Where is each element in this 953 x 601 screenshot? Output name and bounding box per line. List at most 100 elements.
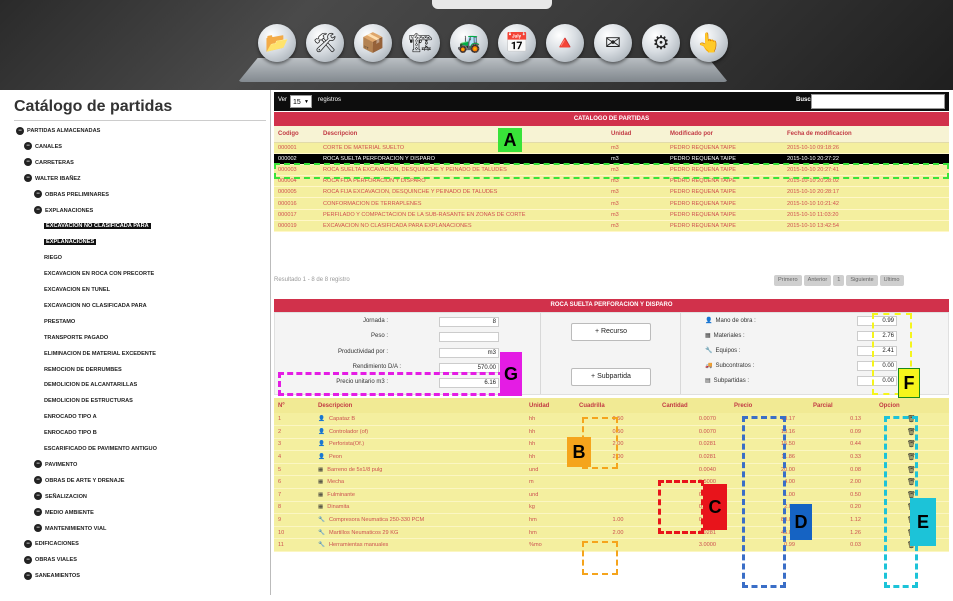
column-header[interactable]: Nº bbox=[274, 398, 314, 413]
table-row[interactable]: 9 🔧 Compresora Neumatica 250-330 PCM hm 1.00… bbox=[274, 513, 949, 527]
table-row[interactable]: 000019 EXCAVACION NO CLASIFICADA PARA EXP… bbox=[274, 220, 949, 233]
column-header[interactable]: Unidad bbox=[607, 126, 666, 143]
table-row[interactable]: 7▦Fulminanteund0.50001.000.50🗑 bbox=[274, 488, 949, 502]
tree-node[interactable]: − PAVIMENTO bbox=[34, 460, 77, 471]
add-recurso-button[interactable]: + Recurso bbox=[571, 323, 651, 341]
expand-icon[interactable]: − bbox=[24, 158, 32, 167]
mail-icon[interactable]: ✉ bbox=[594, 24, 632, 62]
expand-icon[interactable]: − bbox=[34, 508, 42, 517]
expand-icon[interactable]: − bbox=[24, 539, 32, 548]
tree-node[interactable]: − MEDIO AMBIENTE bbox=[34, 508, 94, 519]
tree-node[interactable]: − SEÑALIZACION bbox=[34, 492, 87, 503]
tree-node[interactable]: − EDIFICACIONES bbox=[24, 539, 79, 550]
tree-node[interactable]: − EXPLANACIONES bbox=[34, 206, 93, 217]
expand-icon[interactable]: − bbox=[24, 142, 32, 151]
column-header[interactable]: Modificado por bbox=[666, 126, 783, 143]
table-cell: 👤 Perforista(Of.) bbox=[314, 438, 525, 452]
tools-icon[interactable]: 🛠 bbox=[306, 24, 344, 62]
expand-icon[interactable]: − bbox=[34, 476, 42, 485]
table-cell: 9 bbox=[274, 513, 314, 527]
dock-handle[interactable] bbox=[432, 0, 552, 9]
expand-icon[interactable]: − bbox=[24, 174, 32, 183]
column-header[interactable]: Cuadrilla bbox=[575, 398, 658, 413]
resource-summary-label: ▦ Materiales : bbox=[705, 332, 745, 339]
column-header[interactable]: Opcion bbox=[875, 398, 949, 413]
tree-node[interactable]: EXPLANACIONES bbox=[44, 237, 97, 248]
table-cell: hm bbox=[525, 526, 575, 540]
tree-node[interactable]: EXCAVACION NO CLASIFICADA PARA bbox=[44, 221, 151, 232]
table-cell: 2015-10-10 09:18:26 bbox=[783, 142, 949, 154]
table-row[interactable]: 10 🔧 Martillos Neumaticos 29 KG hm 2.00 0.028… bbox=[274, 526, 949, 540]
tree-node[interactable]: RIEGO bbox=[44, 253, 62, 264]
expand-icon[interactable]: − bbox=[34, 460, 42, 469]
cursor-icon[interactable]: 👆 bbox=[690, 24, 728, 62]
expand-icon[interactable]: − bbox=[16, 126, 24, 135]
box-icon[interactable]: 📦 bbox=[354, 24, 392, 62]
tree-node[interactable]: DEMOLICION DE ALCANTARILLAS bbox=[44, 380, 137, 391]
gears-icon[interactable]: ⚙ bbox=[642, 24, 680, 62]
tree-node[interactable]: − WALTER IBAÑEZ bbox=[24, 174, 81, 185]
tree-node[interactable]: − CARRETERAS bbox=[24, 158, 74, 169]
tree-node[interactable]: EXCAVACION EN TUNEL bbox=[44, 285, 110, 296]
tree-node[interactable]: − SANEAMIENTOS bbox=[24, 571, 80, 582]
tree-node[interactable]: EXCAVACION EN ROCA CON PRECORTE bbox=[44, 269, 154, 280]
expand-icon[interactable]: − bbox=[34, 524, 42, 533]
column-header[interactable]: Descripcion bbox=[314, 398, 525, 413]
expand-icon[interactable]: − bbox=[34, 206, 42, 215]
column-header[interactable]: Descripcion bbox=[319, 126, 607, 143]
table-row[interactable]: 8▦Dinamitakg0.10002.000.20🗑 bbox=[274, 501, 949, 515]
table-row[interactable]: 000001 CORTE DE MATERIAL SUELTO m3 PEDRO RE… bbox=[274, 142, 949, 154]
tree-node[interactable]: TRANSPORTE PAGADO bbox=[44, 333, 108, 344]
tree-node[interactable]: ENROCADO TIPO A bbox=[44, 412, 97, 423]
table-row[interactable]: 000016 CONFORMACION DE TERRAPLENES m3 PEDRO… bbox=[274, 197, 949, 210]
expand-icon[interactable]: − bbox=[24, 555, 32, 564]
table-cell: 0.50 bbox=[809, 488, 875, 502]
tree-node[interactable]: − OBRAS DE ARTE Y DRENAJE bbox=[34, 476, 124, 487]
excavator-icon[interactable]: 🚜 bbox=[450, 24, 488, 62]
building-icon[interactable]: 🏗 bbox=[402, 24, 440, 62]
tree-node[interactable]: ENROCADO TIPO B bbox=[44, 428, 97, 439]
tree-node[interactable]: REMOCION DE DERRUMBES bbox=[44, 365, 122, 376]
column-header[interactable]: Unidad bbox=[525, 398, 575, 413]
table-row[interactable]: 6 ▦ Mecha m 0.5000 4.00 2.00 🗑 bbox=[274, 475, 949, 490]
tree-node[interactable]: ELIMINACION DE MATERIAL EXCEDENTE bbox=[44, 349, 156, 360]
table-row[interactable]: 000005 ROCA FIJA EXCAVACION, DESQUINCHE Y… bbox=[274, 186, 949, 199]
pager-button[interactable]: Primero bbox=[774, 275, 802, 286]
tree-node[interactable]: − CANALES bbox=[24, 142, 62, 153]
tree-node[interactable]: EXCAVACION NO CLASIFICADA PARA bbox=[44, 301, 147, 312]
column-header[interactable]: Codigo bbox=[274, 126, 319, 143]
tree-node[interactable]: − PARTIDAS ALMACENADAS bbox=[16, 126, 100, 137]
tree-node[interactable]: DEMOLICION DE ESTRUCTURAS bbox=[44, 396, 133, 407]
column-header[interactable]: Fecha de modificacion bbox=[783, 126, 949, 143]
tree-node[interactable]: ESCARIFICADO DE PAVIMENTO ANTIGUO bbox=[44, 444, 157, 455]
tree-node[interactable]: − MANTENIMIENTO VIAL bbox=[34, 524, 106, 535]
calendar-icon[interactable]: 📅 bbox=[498, 24, 536, 62]
pager-button[interactable]: Siguiente bbox=[846, 275, 878, 286]
folder-icon[interactable]: 📂 bbox=[258, 24, 296, 62]
table-cell: 2015-10-10 10:21:42 bbox=[783, 197, 949, 210]
tree-node[interactable]: − OBRAS VIALES bbox=[24, 555, 77, 566]
truck-icon: 🚚 bbox=[705, 363, 713, 369]
table-row[interactable]: 000017 PERFILADO Y COMPACTACION DE LA SUB… bbox=[274, 209, 949, 221]
page-size-select[interactable]: 15 ▼ bbox=[290, 95, 312, 108]
column-header[interactable]: Cantidad bbox=[658, 398, 730, 413]
table-cell: 10 bbox=[274, 526, 314, 540]
expand-icon[interactable]: − bbox=[34, 492, 42, 501]
tree-node[interactable]: PRESTAMO bbox=[44, 317, 75, 328]
jornada-field[interactable]: 8 bbox=[439, 317, 499, 327]
search-input[interactable] bbox=[811, 94, 945, 109]
pager-button[interactable]: Anterior bbox=[803, 275, 832, 286]
column-header[interactable]: Precio bbox=[730, 398, 809, 413]
pyramid-icon[interactable]: 🔺 bbox=[546, 24, 584, 62]
tree-node-label: PAVIMENTO bbox=[45, 461, 78, 468]
pager-button[interactable]: 1 bbox=[833, 275, 845, 286]
pager-button[interactable]: Ultimo bbox=[879, 275, 904, 286]
tree-node[interactable]: − OBRAS PRELIMINARES bbox=[34, 190, 109, 201]
add-subpartida-button[interactable]: + Subpartida bbox=[571, 368, 651, 386]
expand-icon[interactable]: − bbox=[24, 571, 32, 580]
tree-node-label: SANEAMIENTOS bbox=[35, 573, 80, 580]
productividad-field[interactable]: m3 bbox=[439, 348, 499, 358]
expand-icon[interactable]: − bbox=[34, 190, 42, 199]
peso-field[interactable] bbox=[439, 332, 499, 342]
column-header[interactable]: Parcial bbox=[809, 398, 875, 413]
